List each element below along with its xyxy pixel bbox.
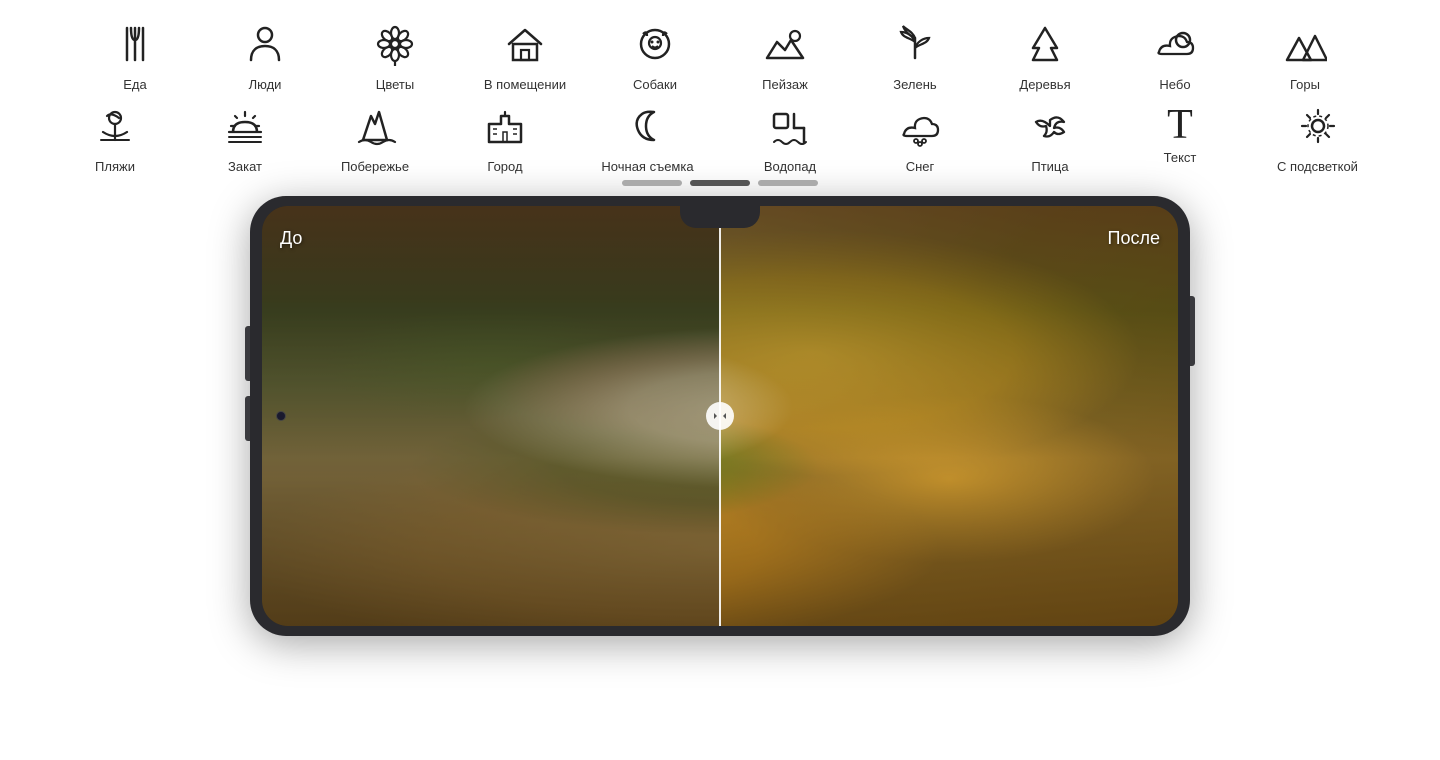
food-icon	[113, 22, 157, 73]
slider-pill-2[interactable]	[690, 180, 750, 186]
icon-sunset[interactable]: Закат	[180, 100, 310, 178]
icon-food[interactable]: Еда	[70, 18, 200, 96]
sky-label: Небо	[1159, 77, 1190, 92]
text-label: Текст	[1164, 150, 1197, 165]
slider-pill-1[interactable]	[622, 180, 682, 186]
food-label: Еда	[123, 77, 147, 92]
slider-pill-3[interactable]	[758, 180, 818, 186]
coast-label: Побережье	[341, 159, 409, 174]
flowers-icon	[373, 22, 417, 73]
icon-nightshot[interactable]: Ночная съемка	[570, 100, 725, 178]
dogs-label: Собаки	[633, 77, 677, 92]
icons-row-2: Пляжи Закат	[50, 100, 1390, 178]
sky-icon	[1153, 22, 1197, 73]
people-label: Люди	[249, 77, 282, 92]
snow-icon	[898, 104, 942, 155]
icon-city[interactable]: Город	[440, 100, 570, 178]
city-icon	[483, 104, 527, 155]
divider-handle[interactable]	[706, 402, 734, 430]
icon-landscape[interactable]: Пейзаж	[720, 18, 850, 96]
icon-people[interactable]: Люди	[200, 18, 330, 96]
icon-waterfall[interactable]: Водопад	[725, 100, 855, 178]
icon-trees[interactable]: Деревья	[980, 18, 1110, 96]
icons-section: Еда Люди	[0, 0, 1440, 182]
trees-label: Деревья	[1019, 77, 1070, 92]
icon-bird[interactable]: Птица	[985, 100, 1115, 178]
icon-coast[interactable]: Побережье	[310, 100, 440, 178]
slider-indicators	[622, 180, 818, 186]
snow-label: Снег	[906, 159, 935, 174]
landscape-label: Пейзаж	[762, 77, 808, 92]
coast-icon	[353, 104, 397, 155]
indoor-label: В помещении	[484, 77, 566, 92]
indoor-icon	[503, 22, 547, 73]
phone-notch	[680, 206, 760, 228]
city-label: Город	[487, 159, 522, 174]
waterfall-icon	[768, 104, 812, 155]
icon-snow[interactable]: Снег	[855, 100, 985, 178]
backlight-icon	[1296, 104, 1340, 155]
waterfall-label: Водопад	[764, 159, 816, 174]
before-label: До	[280, 228, 302, 249]
people-icon	[243, 22, 287, 73]
icon-mountains[interactable]: Горы	[1240, 18, 1370, 96]
icon-greenery[interactable]: Зелень	[850, 18, 980, 96]
bird-icon	[1028, 104, 1072, 155]
landscape-icon	[763, 22, 807, 73]
icon-text[interactable]: T Текст	[1115, 100, 1245, 169]
phone-screen: До После	[262, 206, 1178, 626]
nightshot-label: Ночная съемка	[601, 159, 693, 174]
icon-indoor[interactable]: В помещении	[460, 18, 590, 96]
trees-icon	[1023, 22, 1067, 73]
mountains-icon	[1283, 22, 1327, 73]
icon-backlight[interactable]: С подсветкой	[1245, 100, 1390, 178]
mountains-label: Горы	[1290, 77, 1320, 92]
text-icon: T	[1167, 104, 1193, 146]
icons-row-1: Еда Люди	[70, 18, 1370, 96]
nightshot-icon	[626, 104, 670, 155]
icon-beaches[interactable]: Пляжи	[50, 100, 180, 178]
backlight-label: С подсветкой	[1277, 159, 1358, 174]
phone-frame: До После	[250, 196, 1190, 636]
volume-button-extra	[245, 396, 250, 441]
sunset-label: Закат	[228, 159, 262, 174]
selfie-camera	[276, 411, 286, 421]
beaches-icon	[93, 104, 137, 155]
bird-label: Птица	[1031, 159, 1068, 174]
phone-container: До После	[0, 196, 1440, 636]
flowers-label: Цветы	[376, 77, 414, 92]
beaches-label: Пляжи	[95, 159, 135, 174]
icon-dogs[interactable]: Собаки	[590, 18, 720, 96]
greenery-label: Зелень	[893, 77, 936, 92]
after-label: После	[1108, 228, 1160, 249]
icon-sky[interactable]: Небо	[1110, 18, 1240, 96]
icon-flowers[interactable]: Цветы	[330, 18, 460, 96]
greenery-icon	[893, 22, 937, 73]
comparison-divider[interactable]	[719, 206, 721, 626]
dogs-icon	[633, 22, 677, 73]
sunset-icon	[223, 104, 267, 155]
